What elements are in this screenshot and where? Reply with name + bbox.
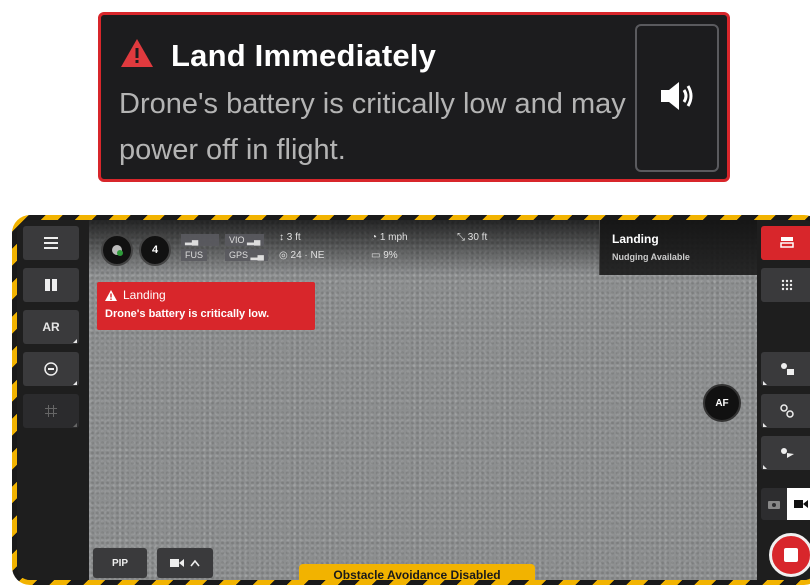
ar-label: AR	[42, 320, 60, 334]
gimbal-button[interactable]	[23, 352, 79, 386]
camera-icon	[768, 501, 780, 509]
pause-icon	[45, 279, 57, 291]
drone-screen-frame: AR 4 ▂▄ VIO ▂▄ FUS GPS ▂▄ ↕ 3 ft ◎ 24 · …	[12, 215, 810, 585]
battery-readout: ▭ 9%	[371, 250, 398, 261]
waypoint-icon	[780, 404, 794, 418]
video-icon	[794, 500, 808, 508]
dots-grid-icon	[781, 279, 793, 291]
fus-indicator: FUS	[181, 249, 207, 261]
status-subtitle: Nudging Available	[612, 252, 690, 262]
sound-button[interactable]	[635, 24, 719, 172]
tracking-icon	[781, 363, 794, 375]
camera-select-button[interactable]	[157, 548, 213, 578]
menu-icon	[44, 237, 58, 249]
alert-title: Land Immediately	[171, 37, 437, 73]
grid-button[interactable]	[23, 394, 79, 428]
orbit-button[interactable]	[761, 436, 810, 470]
satellite-count: 4	[139, 234, 171, 266]
video-mode-option[interactable]	[787, 488, 810, 520]
altitude-readout: ↕ 3 ft	[279, 232, 301, 243]
layers-icon	[780, 237, 794, 248]
land-immediately-alert: Land Immediately Drone's battery is crit…	[98, 12, 730, 182]
drone-screen: AR 4 ▂▄ VIO ▂▄ FUS GPS ▂▄ ↕ 3 ft ◎ 24 · …	[17, 220, 810, 580]
speed-readout: ◔ 1 mph	[371, 232, 408, 243]
warning-triangle-icon	[119, 37, 155, 74]
distance-readout: ⤡ 30 ft	[457, 232, 488, 243]
vio-indicator: VIO ▂▄	[225, 234, 265, 246]
menu-button[interactable]	[23, 226, 79, 260]
signal-indicator: ▂▄	[181, 234, 219, 246]
landing-status-panel: Landing Nudging Available	[599, 220, 759, 275]
warning-triangle-icon	[105, 289, 117, 301]
pause-button[interactable]	[23, 268, 79, 302]
gimbal-icon	[44, 362, 58, 376]
video-icon	[170, 559, 184, 567]
obstacle-avoidance-banner: Obstacle Avoidance Disabled	[299, 564, 535, 580]
alert-title-row: Land Immediately	[119, 37, 436, 74]
alert-message: Drone's battery is critically low and ma…	[119, 88, 626, 166]
left-rail: AR	[17, 220, 89, 580]
waypoint-button[interactable]	[761, 394, 810, 428]
landing-warning-message: Drone's battery is critically low.	[105, 308, 270, 320]
speaker-icon	[657, 78, 697, 119]
capture-mode-toggle[interactable]	[761, 488, 810, 520]
ar-button[interactable]: AR	[23, 310, 79, 344]
pip-button[interactable]: PIP	[93, 548, 147, 578]
orbit-icon	[781, 448, 794, 458]
right-rail	[757, 220, 810, 580]
map-layers-button[interactable]	[761, 226, 810, 260]
grid-icon	[45, 405, 57, 417]
subject-track-button[interactable]	[761, 352, 810, 386]
landing-warning-title: Landing	[105, 288, 166, 302]
photo-mode-option[interactable]	[761, 488, 787, 520]
status-title: Landing	[612, 232, 659, 246]
landing-warning: Landing Drone's battery is critically lo…	[97, 282, 315, 330]
satellite-count-value: 4	[151, 244, 159, 256]
heading-readout: ◎ 24 · NE	[279, 250, 325, 261]
drone-status-icon[interactable]	[101, 234, 133, 266]
chevron-up-icon	[190, 559, 200, 567]
more-options-button[interactable]	[761, 268, 810, 302]
gps-indicator: GPS ▂▄	[225, 249, 268, 261]
autofocus-button[interactable]: AF	[703, 384, 741, 422]
stop-icon	[784, 548, 798, 562]
record-button[interactable]	[769, 533, 810, 577]
